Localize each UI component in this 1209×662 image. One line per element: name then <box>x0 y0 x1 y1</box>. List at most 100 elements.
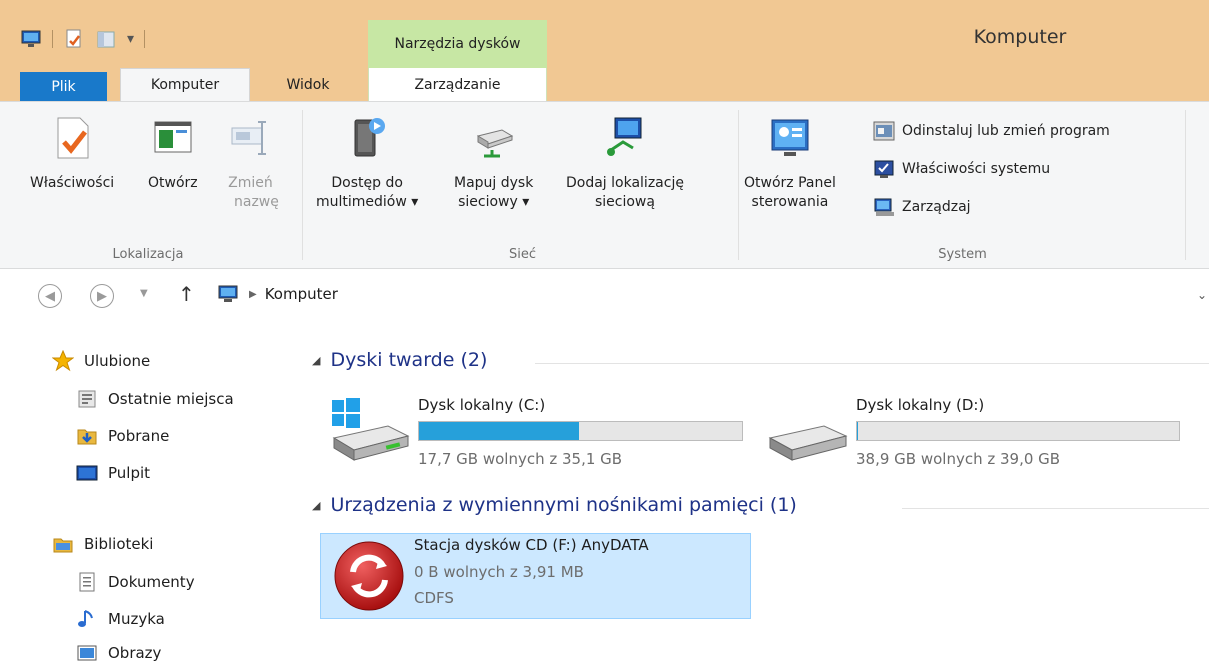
computer-icon[interactable] <box>20 28 42 50</box>
media-access-label-2: multimediów ▾ <box>316 194 419 210</box>
hard-drive-icon <box>768 425 848 461</box>
rename-button[interactable]: Zmień nazwę <box>222 114 279 212</box>
properties-label: Właściwości <box>30 175 115 191</box>
tab-computer[interactable]: Komputer <box>120 68 250 101</box>
hard-drive-windows-icon <box>332 398 410 461</box>
map-drive-label-2: sieciowy ▾ <box>458 194 530 210</box>
drive-usage-fill-d <box>857 422 858 440</box>
system-properties-button[interactable]: Właściwości systemu <box>872 158 1050 180</box>
control-panel-label-1: Otwórz Panel <box>744 175 836 191</box>
recent-places-icon <box>78 390 96 408</box>
nav-label-libraries: Biblioteki <box>84 535 154 553</box>
nav-item-desktop[interactable]: Pulpit <box>76 462 150 484</box>
title-bar: ▾ Narzędzia dysków Komputer <box>0 0 1209 68</box>
properties-icon <box>57 117 89 159</box>
nav-item-favorites[interactable]: Ulubione <box>52 350 150 372</box>
tab-file[interactable]: Plik <box>20 72 107 101</box>
back-button[interactable]: ◀ <box>38 284 62 308</box>
drive-info-c: 17,7 GB wolnych z 35,1 GB <box>418 450 623 468</box>
manage-button[interactable]: Zarządzaj <box>872 196 971 218</box>
open-button[interactable]: Otwórz <box>148 114 198 193</box>
properties-button[interactable]: Właściwości <box>30 114 114 193</box>
group-label-network: Sieć <box>508 247 536 262</box>
nav-item-recent[interactable]: Ostatnie miejsca <box>76 388 234 410</box>
section-divider <box>902 508 1209 509</box>
section-divider <box>535 363 1209 364</box>
section-header-hard-drives[interactable]: ◢ Dyski twarde (2) <box>312 349 487 371</box>
drive-name-c: Dysk lokalny (C:) <box>418 396 546 414</box>
desktop-icon <box>76 465 98 481</box>
downloads-folder-icon <box>77 429 97 445</box>
group-label-location: Lokalizacja <box>112 247 184 262</box>
collapse-triangle-icon[interactable]: ◢ <box>312 499 320 512</box>
nav-item-music[interactable]: Muzyka <box>76 608 165 630</box>
group-separator <box>738 110 739 260</box>
window-title: Komputer <box>973 26 1067 48</box>
recent-locations-chevron-icon[interactable]: ▼ <box>140 288 148 299</box>
ribbon-tabs: Plik Komputer Widok Zarządzanie <box>0 68 1209 101</box>
nav-item-libraries[interactable]: Biblioteki <box>52 533 153 555</box>
control-panel-label-2: sterowania <box>751 194 829 210</box>
documents-icon <box>79 572 95 592</box>
collapse-triangle-icon[interactable]: ◢ <box>312 354 320 367</box>
separator <box>144 30 146 48</box>
computer-management-icon <box>874 198 894 216</box>
music-icon <box>78 610 93 627</box>
drive-name-d: Dysk lokalny (D:) <box>856 396 985 414</box>
cd-drive-autorun-icon <box>334 541 404 611</box>
forward-button[interactable]: ▶ <box>90 284 114 308</box>
rename-label-1: Zmień <box>228 175 273 191</box>
up-arrow-icon[interactable]: ↑ <box>178 282 195 306</box>
uninstall-program-label: Odinstaluj lub zmień program <box>902 123 1110 139</box>
customize-qat-icon[interactable]: ▾ <box>127 31 134 47</box>
drive-usage-bar-d <box>856 421 1180 441</box>
programs-icon <box>873 121 895 141</box>
nav-item-documents[interactable]: Dokumenty <box>76 571 195 593</box>
add-network-location-label-1: Dodaj lokalizację <box>566 175 684 191</box>
media-server-icon <box>354 118 386 157</box>
context-tab-disk-tools: Narzędzia dysków <box>368 20 547 68</box>
nav-label-pictures: Obrazy <box>108 644 162 662</box>
nav-label-documents: Dokumenty <box>108 573 195 591</box>
tab-view[interactable]: Widok <box>262 68 354 101</box>
network-location-icon <box>606 117 642 156</box>
system-properties-label: Właściwości systemu <box>902 161 1051 177</box>
address-dropdown-icon[interactable]: ⌄ <box>1197 288 1207 302</box>
breadcrumb-item-computer[interactable]: Komputer <box>265 285 338 303</box>
quick-access-toolbar: ▾ <box>20 28 146 50</box>
control-panel-icon <box>771 119 809 156</box>
breadcrumb-arrow-icon: ▶ <box>249 288 257 300</box>
new-folder-icon[interactable] <box>95 28 117 50</box>
open-label: Otwórz <box>148 175 198 191</box>
system-properties-icon <box>874 160 894 178</box>
uninstall-program-button[interactable]: Odinstaluj lub zmień program <box>872 120 1110 142</box>
manage-label: Zarządzaj <box>902 199 971 215</box>
separator <box>52 30 53 48</box>
group-separator <box>1185 110 1186 260</box>
drive-usage-bar-c <box>418 421 743 441</box>
tab-manage[interactable]: Zarządzanie <box>368 68 547 101</box>
section-title-removable: Urządzenia z wymiennymi nośnikami pamięc… <box>330 494 797 516</box>
cd-drive-filesystem: CDFS <box>414 589 454 607</box>
nav-item-pictures[interactable]: Obrazy <box>76 642 161 662</box>
nav-label-music: Muzyka <box>108 610 165 628</box>
open-icon <box>154 121 192 153</box>
breadcrumb[interactable]: ▶ Komputer <box>215 283 338 305</box>
drive-tile-d[interactable]: Dysk lokalny (D:) 38,9 GB wolnych z 39,0… <box>766 390 1186 470</box>
cd-drive-tile[interactable]: Stacja dysków CD (F:) AnyDATA 0 B wolnyc… <box>320 533 751 619</box>
drive-tile-c[interactable]: Dysk lokalny (C:) 17,7 GB wolnych z 35,1… <box>330 390 750 470</box>
section-title-hard-drives: Dyski twarde (2) <box>330 349 488 371</box>
control-panel-button[interactable]: Otwórz Panel sterowania <box>744 114 836 212</box>
nav-item-downloads[interactable]: Pobrane <box>76 425 169 447</box>
add-network-location-button[interactable]: Dodaj lokalizację sieciową <box>566 114 684 212</box>
address-bar: ◀ ▶ ▼ ↑ ▶ Komputer ⌄ <box>0 270 1209 320</box>
media-access-button[interactable]: Dostęp do multimediów ▾ <box>316 114 418 212</box>
cd-drive-info: 0 B wolnych z 3,91 MB <box>414 563 584 581</box>
group-network: Dostęp do multimediów ▾ Mapuj dysk sieci… <box>310 102 735 270</box>
cd-drive-name: Stacja dysków CD (F:) AnyDATA <box>414 536 649 554</box>
map-drive-button[interactable]: Mapuj dysk sieciowy ▾ <box>454 114 533 212</box>
properties-icon[interactable] <box>63 28 85 50</box>
add-network-location-label-2: sieciową <box>594 194 655 210</box>
navigation-pane: Ulubione Ostatnie miejsca Pobrane Pulpit… <box>0 330 300 662</box>
section-header-removable[interactable]: ◢ Urządzenia z wymiennymi nośnikami pami… <box>312 494 797 516</box>
